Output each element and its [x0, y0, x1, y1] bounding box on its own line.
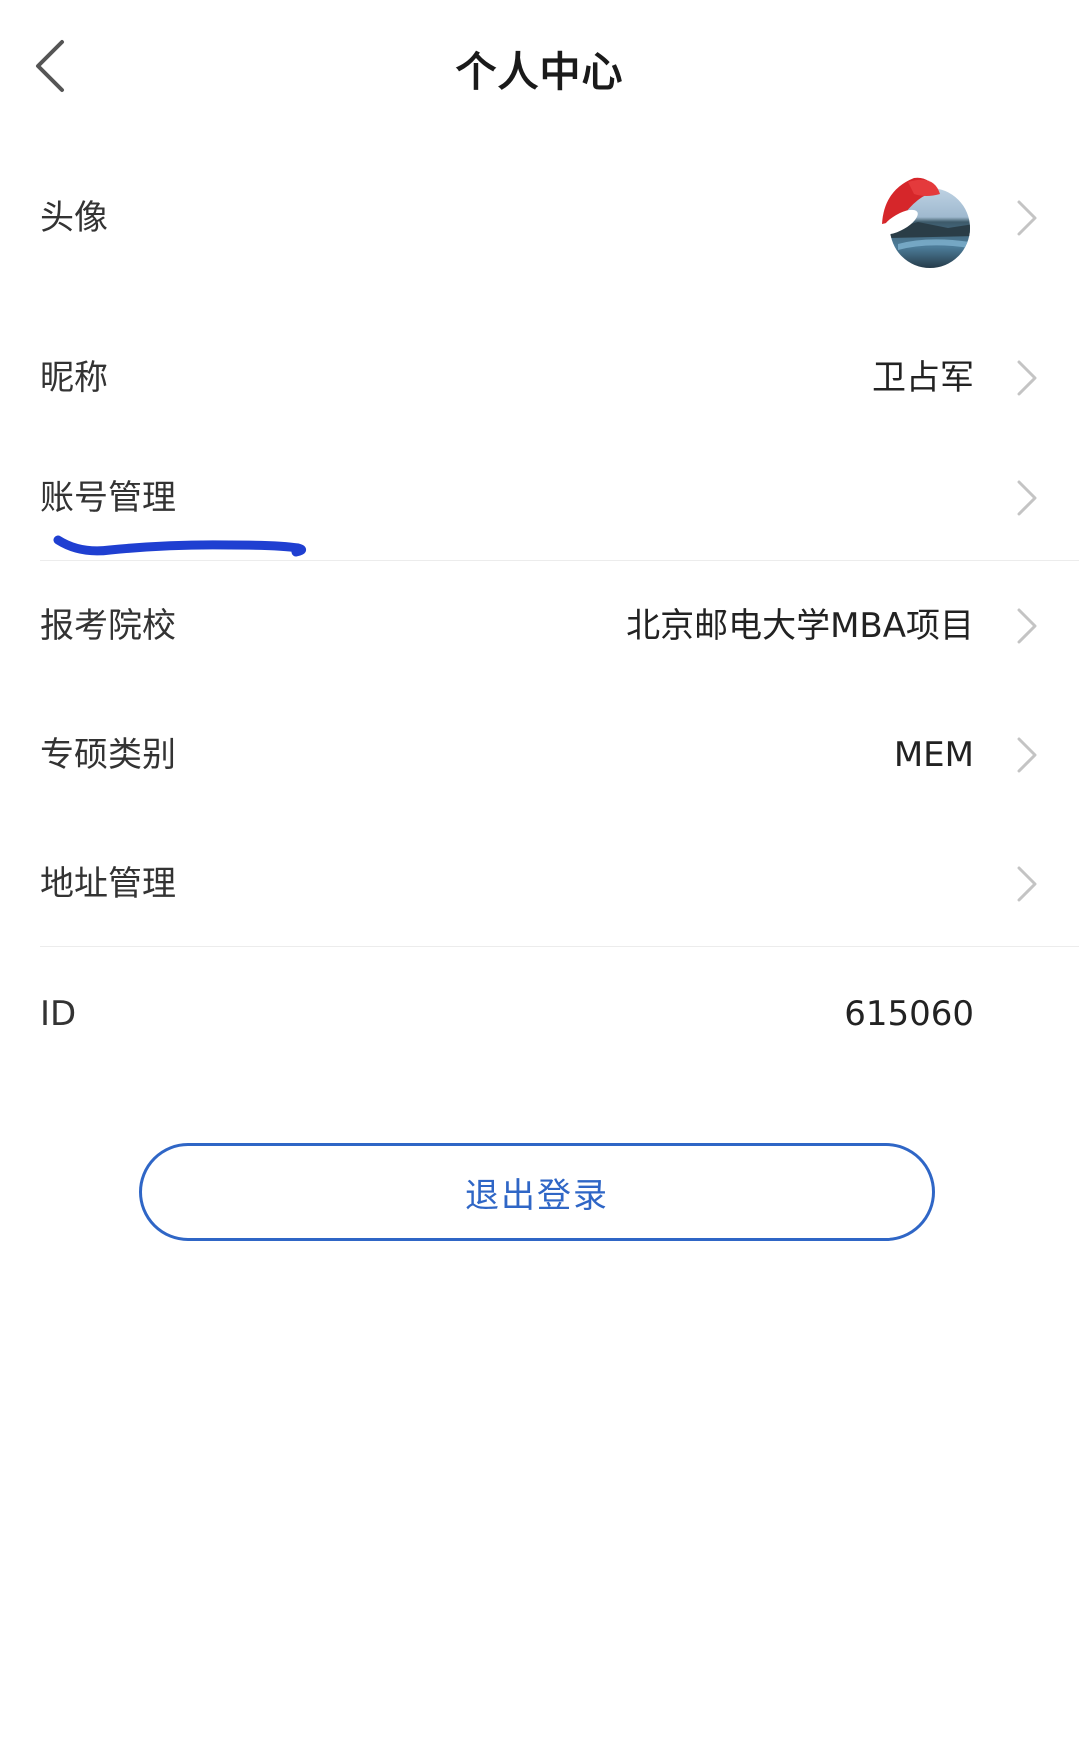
chevron-right-icon — [1017, 480, 1037, 516]
row-value-degree-category: MEM — [893, 735, 974, 775]
chevron-right-icon — [1017, 200, 1037, 236]
row-label-target-school: 报考院校 — [40, 606, 176, 646]
chevron-right-icon — [1017, 866, 1037, 902]
row-target-school[interactable]: 报考院校 北京邮电大学MBA项目 — [0, 606, 1079, 666]
page-title: 个人中心 — [455, 48, 624, 96]
row-label-degree-category: 专硕类别 — [40, 735, 176, 775]
chevron-right-icon — [1017, 360, 1037, 396]
row-nickname[interactable]: 昵称 卫占军 — [0, 348, 1079, 408]
row-label-address-management: 地址管理 — [40, 864, 176, 904]
row-label-id: ID — [40, 994, 77, 1034]
row-label-account-management: 账号管理 — [40, 478, 176, 518]
avatar[interactable] — [878, 172, 974, 272]
hand-drawn-underline-mark — [53, 535, 306, 557]
divider — [40, 560, 1079, 561]
chevron-right-icon — [1017, 608, 1037, 644]
row-address-management[interactable]: 地址管理 — [0, 864, 1079, 924]
row-label-nickname: 昵称 — [40, 358, 108, 398]
row-degree-category[interactable]: 专硕类别 MEM — [0, 735, 1079, 795]
header-bar: 个人中心 — [0, 0, 1079, 136]
row-label-avatar: 头像 — [40, 198, 108, 238]
row-value-target-school: 北京邮电大学MBA项目 — [626, 606, 974, 646]
row-account-management[interactable]: 账号管理 — [0, 478, 1079, 538]
divider — [40, 946, 1079, 947]
logout-button[interactable]: 退出登录 — [139, 1143, 935, 1241]
row-value-id: 615060 — [844, 994, 974, 1034]
row-id: ID 615060 — [0, 994, 1079, 1054]
chevron-right-icon — [1017, 737, 1037, 773]
row-value-nickname: 卫占军 — [872, 358, 974, 398]
